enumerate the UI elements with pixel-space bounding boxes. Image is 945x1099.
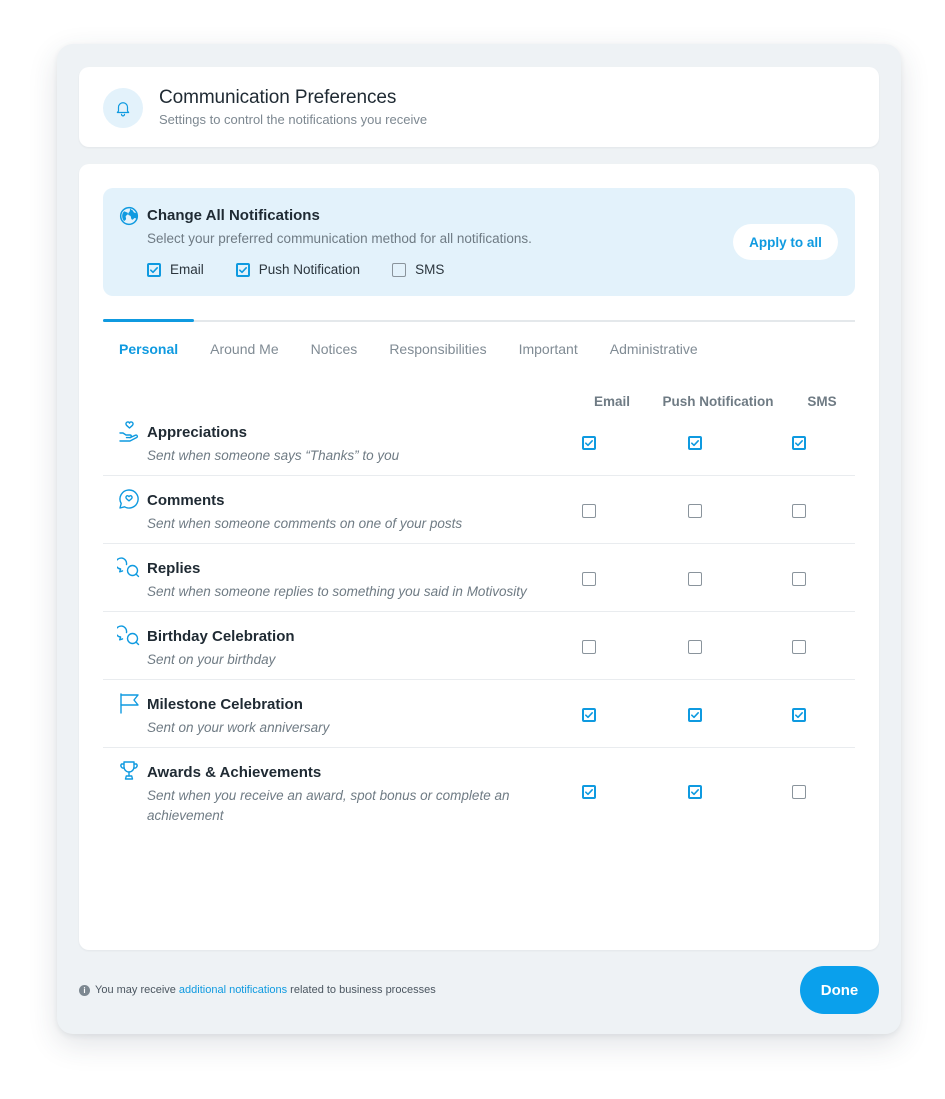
notification-description: Sent when you receive an award, spot bon… [147, 788, 510, 823]
notification-title: Awards & Achievements [147, 764, 322, 781]
check-icon [691, 440, 699, 447]
tab-important[interactable]: Important [519, 341, 578, 357]
change-all-push-label: Push Notification [258, 262, 361, 277]
check-icon [795, 440, 803, 447]
tab-personal[interactable]: Personal [119, 341, 178, 357]
push-checkbox[interactable] [688, 785, 702, 799]
check-icon [691, 789, 699, 796]
preferences-modal: Communication Preferences Settings to co… [57, 44, 901, 1034]
email-checkbox[interactable] [582, 436, 596, 450]
notification-title: Birthday Celebration [147, 628, 295, 645]
info-icon: i [79, 984, 90, 996]
tabs-divider [103, 320, 855, 322]
change-all-description: Select your preferred communication meth… [147, 231, 532, 246]
active-tab-indicator [103, 319, 194, 322]
comment-heart-icon [117, 487, 141, 511]
change-all-sms-label: SMS [415, 262, 445, 277]
notification-description: Sent when someone replies to something y… [147, 584, 527, 599]
notification-description: Sent on your work anniversary [147, 720, 330, 735]
check-icon [691, 712, 699, 719]
notification-row: Replies Sent when someone replies to some… [103, 544, 855, 612]
email-checkbox[interactable] [582, 504, 596, 518]
tab-around-me[interactable]: Around Me [210, 341, 278, 357]
flag-icon [117, 691, 141, 715]
push-checkbox[interactable] [688, 436, 702, 450]
notification-title: Replies [147, 560, 201, 577]
footer-note: i You may receive additional notificatio… [79, 984, 436, 996]
notification-title: Appreciations [147, 424, 248, 441]
footer-text-before: You may receive [95, 984, 176, 996]
change-all-push-checkbox[interactable] [235, 262, 250, 277]
reply-bubbles-icon [114, 555, 141, 579]
change-all-email-option[interactable]: Email [147, 262, 204, 277]
tab-responsibilities[interactable]: Responsibilities [389, 341, 486, 357]
change-all-push-option[interactable]: Push Notification [235, 262, 361, 277]
check-icon [585, 712, 593, 719]
notification-description: Sent on your birthday [147, 652, 276, 667]
notification-title: Milestone Celebration [147, 696, 303, 713]
push-checkbox[interactable] [688, 572, 702, 586]
main-card: Change All Notifications Select your pre… [79, 164, 879, 950]
hand-heart-icon [117, 419, 141, 443]
change-all-email-label: Email [170, 262, 204, 277]
notification-title: Comments [147, 492, 225, 509]
sms-checkbox[interactable] [792, 640, 806, 654]
sms-checkbox[interactable] [792, 504, 806, 518]
notification-row: Awards & Achievements Sent when you recei… [103, 748, 855, 838]
tab-notices[interactable]: Notices [311, 341, 358, 357]
push-checkbox[interactable] [688, 708, 702, 722]
notification-description: Sent when someone comments on one of you… [147, 516, 463, 531]
sms-checkbox[interactable] [792, 436, 806, 450]
email-checkbox[interactable] [582, 785, 596, 799]
check-icon [238, 266, 247, 273]
apply-to-all-button[interactable]: Apply to all [733, 224, 838, 260]
done-button[interactable]: Done [800, 966, 879, 1014]
bell-icon [103, 88, 143, 128]
trophy-icon [117, 759, 141, 783]
check-icon [585, 789, 593, 796]
column-header-sms: SMS [807, 394, 837, 409]
globe-icon [119, 206, 139, 226]
notification-row: Appreciations Sent when someone says “Tha… [103, 408, 855, 476]
sms-checkbox[interactable] [792, 708, 806, 722]
change-all-sms-option[interactable]: SMS [392, 262, 444, 277]
change-all-email-checkbox[interactable] [147, 262, 161, 277]
push-checkbox[interactable] [688, 640, 702, 654]
notification-row: Milestone Celebration Sent on your work a… [103, 680, 855, 748]
email-checkbox[interactable] [582, 572, 596, 586]
change-all-sms-checkbox[interactable] [392, 262, 407, 277]
email-checkbox[interactable] [582, 708, 596, 722]
check-icon [795, 712, 803, 719]
sms-checkbox[interactable] [792, 572, 806, 586]
header-card: Communication Preferences Settings to co… [79, 67, 879, 147]
push-checkbox[interactable] [688, 504, 702, 518]
notification-description: Sent when someone says “Thanks” to you [147, 448, 400, 463]
page-subtitle: Settings to control the notifications yo… [159, 112, 428, 127]
change-all-title: Change All Notifications [147, 207, 320, 224]
notification-row: Comments Sent when someone comments on on… [103, 476, 855, 544]
footer-text-after: related to business processes [290, 984, 436, 996]
email-checkbox[interactable] [582, 640, 596, 654]
additional-notifications-link[interactable]: additional notifications [179, 984, 287, 996]
check-icon [585, 440, 593, 447]
reply-bubbles-icon [114, 623, 141, 647]
change-all-panel: Change All Notifications Select your pre… [103, 188, 855, 296]
change-all-options: Email Push Notification SMS [147, 262, 476, 277]
category-tabs: Personal Around Me Notices Responsibilit… [119, 341, 730, 357]
page-title: Communication Preferences [159, 87, 397, 108]
check-icon [150, 266, 158, 273]
sms-checkbox[interactable] [792, 785, 806, 799]
notification-row: Birthday Celebration Sent on your birthda… [103, 612, 855, 680]
tab-administrative[interactable]: Administrative [610, 341, 698, 357]
